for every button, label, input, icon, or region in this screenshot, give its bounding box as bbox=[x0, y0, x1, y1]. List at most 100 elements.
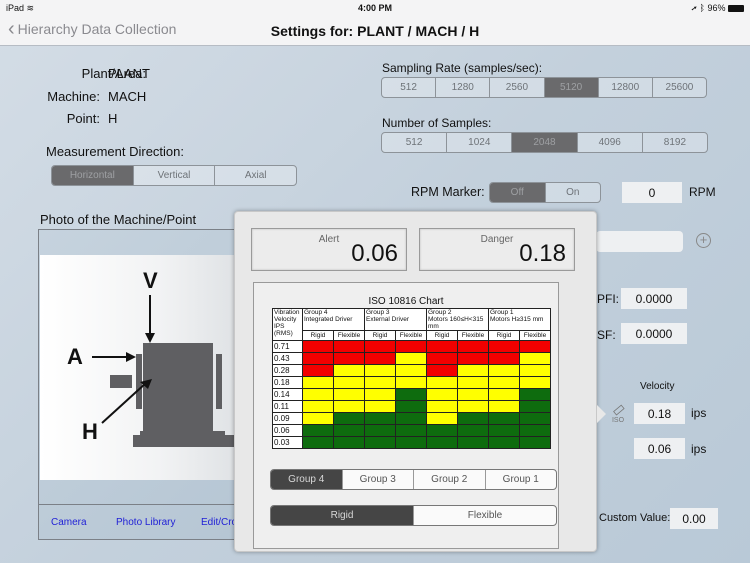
severity-cell bbox=[519, 376, 551, 389]
rpm-marker-on[interactable]: On bbox=[546, 183, 601, 202]
severity-cell bbox=[302, 340, 334, 353]
severity-cell bbox=[519, 400, 551, 413]
label-a: A bbox=[67, 344, 83, 369]
rate-5120[interactable]: 5120 bbox=[544, 78, 599, 97]
severity-cell bbox=[302, 364, 334, 377]
group-2-option[interactable]: Group 2 bbox=[414, 470, 486, 489]
severity-cell bbox=[488, 400, 520, 413]
samples-2048[interactable]: 2048 bbox=[512, 133, 578, 152]
subcolumn-header: Flexible bbox=[395, 330, 427, 341]
table-row: 0.03 bbox=[272, 436, 551, 449]
severity-cell bbox=[395, 424, 427, 437]
sf-input[interactable]: 0.0000 bbox=[621, 323, 687, 344]
velocity-row-label: 0.18 bbox=[272, 376, 303, 389]
severity-cell bbox=[333, 352, 365, 365]
flexible-option[interactable]: Flexible bbox=[414, 506, 556, 525]
rpm-input[interactable]: 0 bbox=[622, 182, 682, 203]
iso-button[interactable]: ▭ ISO bbox=[607, 399, 629, 427]
rate-12800[interactable]: 12800 bbox=[599, 78, 653, 97]
samples-8192[interactable]: 8192 bbox=[643, 133, 707, 152]
photo-title: Photo of the Machine/Point bbox=[40, 212, 197, 227]
direction-horizontal[interactable]: Horizontal bbox=[52, 166, 134, 185]
group-4-option[interactable]: Group 4 bbox=[271, 470, 343, 489]
machine-value: MACH bbox=[108, 89, 147, 104]
table-row: 0.18 bbox=[272, 376, 551, 389]
table-row: 0.09 bbox=[272, 412, 551, 425]
severity-cell bbox=[457, 424, 489, 437]
subcolumn-header: Rigid bbox=[426, 330, 458, 341]
measurement-direction-label: Measurement Direction: bbox=[46, 144, 184, 159]
table-row: 0.11 bbox=[272, 400, 551, 413]
severity-cell bbox=[395, 340, 427, 353]
severity-cell bbox=[519, 436, 551, 449]
custom-value-input[interactable]: 0.00 bbox=[670, 508, 718, 529]
severity-cell bbox=[426, 436, 458, 449]
severity-cell bbox=[457, 412, 489, 425]
rpm-marker-off[interactable]: Off bbox=[490, 183, 546, 202]
group-3-option[interactable]: Group 3 bbox=[343, 470, 414, 489]
subcolumn-header: Flexible bbox=[457, 330, 489, 341]
add-icon[interactable]: + bbox=[696, 233, 711, 248]
severity-cell bbox=[333, 400, 365, 413]
severity-cell bbox=[333, 436, 365, 449]
severity-cell bbox=[395, 400, 427, 413]
danger-velocity-input[interactable]: 0.18 bbox=[634, 403, 685, 424]
velocity-label: Velocity bbox=[640, 381, 675, 392]
samples-512[interactable]: 512 bbox=[382, 133, 448, 152]
table-row: 0.71 bbox=[272, 340, 551, 353]
rate-25600[interactable]: 25600 bbox=[653, 78, 706, 97]
severity-cell bbox=[395, 388, 427, 401]
severity-cell bbox=[302, 352, 334, 365]
severity-cell bbox=[302, 424, 334, 437]
severity-cell bbox=[333, 364, 365, 377]
velocity-row-label: 0.11 bbox=[272, 400, 303, 413]
group-header: Group 1 Motors H≥315 mm bbox=[488, 308, 551, 331]
photo-panel: V A H Camera Photo Library Edit/Crop bbox=[38, 229, 243, 540]
photo-library-button[interactable]: Photo Library bbox=[116, 517, 175, 528]
foundation-control: Rigid Flexible bbox=[270, 505, 557, 526]
severity-cell bbox=[426, 412, 458, 425]
severity-cell bbox=[426, 340, 458, 353]
popover-arrow bbox=[597, 405, 606, 423]
machine-photo[interactable]: V A H bbox=[40, 255, 238, 480]
severity-cell bbox=[488, 340, 520, 353]
velocity-row-label: 0.09 bbox=[272, 412, 303, 425]
direction-vertical[interactable]: Vertical bbox=[134, 166, 216, 185]
subcolumn-header: Rigid bbox=[488, 330, 520, 341]
group-1-option[interactable]: Group 1 bbox=[486, 470, 557, 489]
group-header: Group 4 Integrated Driver bbox=[302, 308, 365, 331]
severity-cell bbox=[519, 340, 551, 353]
severity-cell bbox=[457, 352, 489, 365]
direction-axial[interactable]: Axial bbox=[215, 166, 296, 185]
severity-cell bbox=[395, 352, 427, 365]
alert-unit: ips bbox=[691, 442, 707, 456]
name-input[interactable] bbox=[596, 231, 683, 252]
camera-button[interactable]: Camera bbox=[51, 517, 87, 528]
severity-cell bbox=[333, 388, 365, 401]
rate-2560[interactable]: 2560 bbox=[490, 78, 545, 97]
rate-512[interactable]: 512 bbox=[382, 78, 437, 97]
severity-cell bbox=[426, 376, 458, 389]
severity-cell bbox=[364, 424, 396, 437]
table-row: 0.28 bbox=[272, 364, 551, 377]
severity-cell bbox=[488, 436, 520, 449]
alert-velocity-input[interactable]: 0.06 bbox=[634, 438, 685, 459]
severity-cell bbox=[333, 424, 365, 437]
plant-value: PLANT bbox=[108, 66, 150, 81]
table-row: 0.06 bbox=[272, 424, 551, 437]
table-row: 0.14 bbox=[272, 388, 551, 401]
point-value: H bbox=[108, 111, 118, 126]
velocity-row-label: 0.14 bbox=[272, 388, 303, 401]
samples-4096[interactable]: 4096 bbox=[578, 133, 643, 152]
severity-cell bbox=[302, 376, 334, 389]
alert-box: Alert 0.06 bbox=[251, 228, 407, 271]
rigid-option[interactable]: Rigid bbox=[271, 506, 414, 525]
samples-1024[interactable]: 1024 bbox=[447, 133, 513, 152]
subcolumn-header: Rigid bbox=[302, 330, 334, 341]
pfi-input[interactable]: 0.0000 bbox=[621, 288, 687, 309]
group-header: Group 2 Motors 160≤H<315 mm bbox=[426, 308, 489, 331]
severity-cell bbox=[488, 424, 520, 437]
severity-cell bbox=[302, 388, 334, 401]
severity-cell bbox=[426, 352, 458, 365]
rate-1280[interactable]: 1280 bbox=[436, 78, 491, 97]
